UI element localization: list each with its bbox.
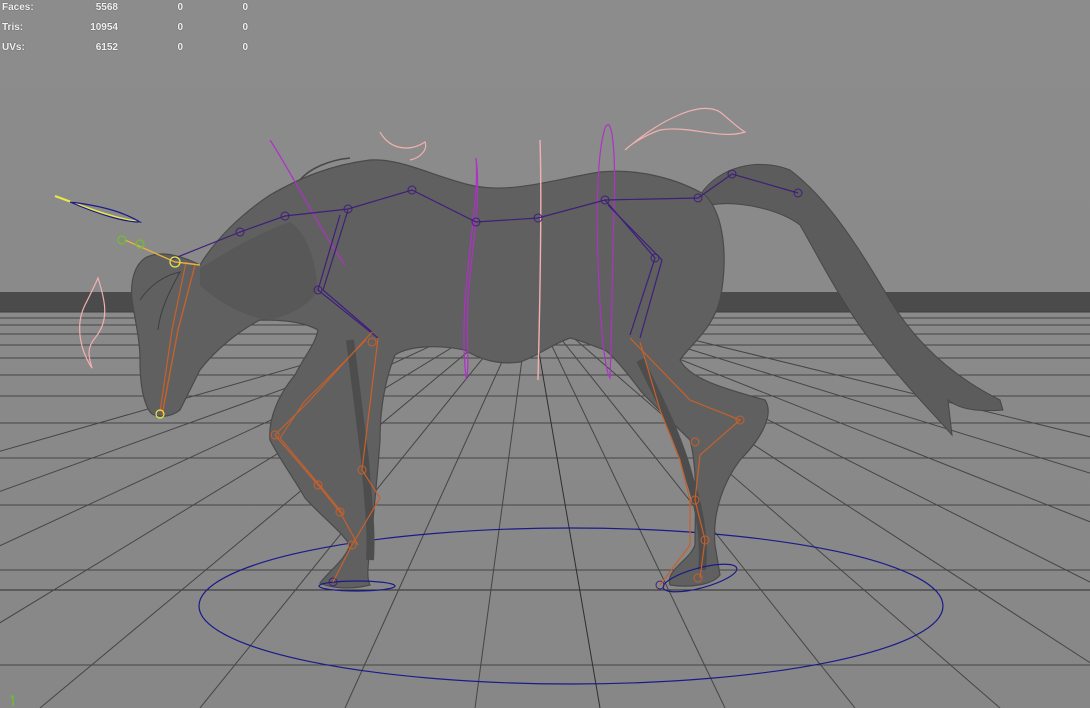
hud-label: Tris: [2,22,24,33]
hud-value: 6152 [95,42,118,53]
hud-label: Faces: [2,2,34,13]
hud-value: 10954 [90,22,118,33]
maya-viewport[interactable]: Faces: 5568 0 0 Tris: 10954 0 0 UVs: 615… [0,0,1090,708]
hud-value: 0 [242,22,248,33]
axis-indicator-icon [10,694,14,706]
hud-value: 0 [177,42,183,53]
hud-value: 0 [242,42,248,53]
root-control-circle[interactable] [198,527,944,685]
viewport-scene[interactable] [0,0,1090,708]
hud-value: 0 [242,2,248,13]
hud-value: 0 [177,2,183,13]
hud-label: UVs: [2,42,25,53]
hud-value: 5568 [95,2,118,13]
hud-value: 0 [177,22,183,33]
